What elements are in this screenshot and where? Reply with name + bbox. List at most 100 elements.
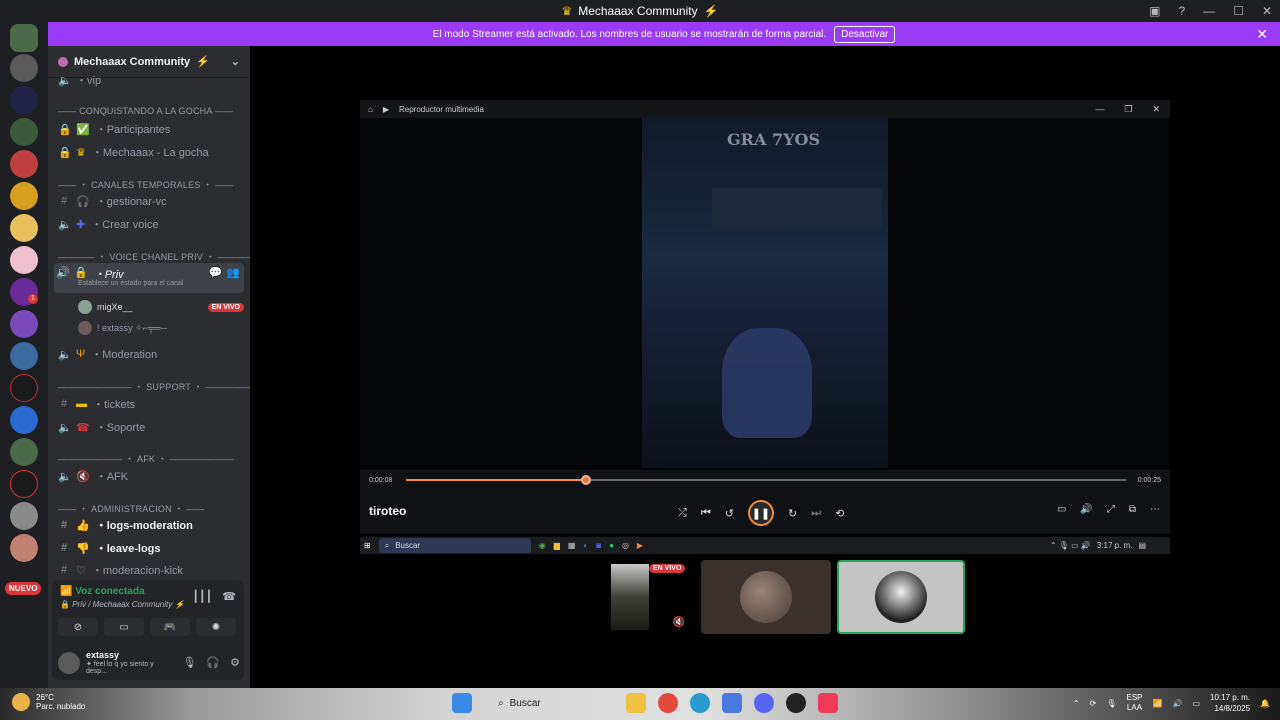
category-support[interactable]: ———————— ・ SUPPORT ・ ————————: [58, 380, 250, 393]
soundboard-button[interactable]: ✺: [196, 618, 236, 636]
store-icon[interactable]: [722, 693, 742, 713]
close-icon[interactable]: ✕: [1152, 104, 1160, 115]
next-icon[interactable]: ⏭: [811, 507, 821, 520]
fullscreen-icon[interactable]: ⤢: [1107, 504, 1115, 515]
channel-soporte[interactable]: 🔈 ☎ ・Soporte: [58, 417, 244, 437]
subtitles-icon[interactable]: ▭: [1057, 504, 1066, 515]
server-icon[interactable]: [10, 86, 38, 114]
server-icon[interactable]: [10, 374, 38, 402]
server-icon[interactable]: [10, 182, 38, 210]
server-icon[interactable]: [10, 54, 38, 82]
gear-icon[interactable]: ⚙: [230, 656, 240, 669]
close-banner-icon[interactable]: ✕: [1256, 26, 1268, 43]
channel-vip[interactable]: 🔈 ・vip: [58, 70, 244, 90]
previous-icon[interactable]: ⏮: [701, 507, 711, 520]
chevron-down-icon[interactable]: ⌄: [231, 55, 240, 68]
home-icon[interactable]: ⌂: [368, 105, 373, 114]
sync-icon[interactable]: ⟳: [1090, 699, 1097, 708]
more-icon[interactable]: ⋯: [1150, 504, 1160, 515]
channel-leave-logs[interactable]: # 👎 ・leave-logs: [58, 538, 244, 558]
server-icon[interactable]: [10, 214, 38, 242]
voice-location[interactable]: 🔒 Priv / Mechaaax Community ⚡: [60, 600, 184, 609]
close-window-icon[interactable]: ✕: [1262, 4, 1272, 18]
voice-status[interactable]: 📶 Voz conectada: [60, 586, 145, 597]
battery-icon[interactable]: ▭: [1192, 699, 1200, 708]
server-icon[interactable]: [10, 246, 38, 274]
chevron-up-icon[interactable]: ⌃: [1073, 699, 1080, 708]
server-icon[interactable]: [10, 502, 38, 530]
forward-icon[interactable]: ↻: [788, 507, 797, 520]
chrome-icon[interactable]: [658, 693, 678, 713]
file-explorer-icon[interactable]: [626, 693, 646, 713]
server-icon[interactable]: [10, 24, 38, 52]
server-icon[interactable]: [10, 342, 38, 370]
rewind-icon[interactable]: ↺: [725, 507, 734, 520]
miniplayer-icon[interactable]: ⧉: [1129, 504, 1136, 515]
server-icon[interactable]: [10, 470, 38, 498]
clock[interactable]: 10:17 p. m. 14/8/2025: [1210, 692, 1250, 714]
channel-tickets[interactable]: # ▬ ・tickets: [58, 394, 244, 414]
disable-streamer-button[interactable]: Desactivar: [834, 25, 896, 43]
media-player[interactable]: ⌂ ▶ Reproductor multimedia — ❐ ✕ GRA 7YO…: [360, 100, 1170, 554]
channel-moderation[interactable]: 🔈 Ψ ・Moderation: [58, 344, 244, 364]
category-temporales[interactable]: —— ・ CANALES TEMPORALES ・ ——: [58, 178, 233, 191]
channel-moderacion-kick[interactable]: # ♡ ・moderacion-kick: [58, 560, 244, 580]
help-icon[interactable]: ?: [1178, 4, 1185, 18]
maximize-icon[interactable]: ☐: [1233, 4, 1244, 18]
channel-participantes[interactable]: 🔒 ✅ ・Participantes: [58, 119, 244, 139]
channel-crear-voice[interactable]: 🔈 ✚ ・Crear voice: [58, 214, 244, 234]
category-conquistando[interactable]: —— CONQUISTANDO A LA GOCHA ——: [58, 106, 233, 116]
app-icon[interactable]: [786, 693, 806, 713]
minimize-icon[interactable]: —: [1203, 4, 1215, 18]
restore-icon[interactable]: ❐: [1124, 104, 1132, 115]
repeat-off-icon[interactable]: ⟲: [835, 507, 844, 520]
category-administracion[interactable]: —— ・ ADMINISTRACION ・ ——: [58, 502, 205, 515]
channel-priv[interactable]: 🔊 🔒 ・Priv 💬 👥 Establece un estado para el…: [54, 263, 244, 293]
volume-icon[interactable]: 🔊: [1080, 504, 1092, 515]
volume-icon[interactable]: 🔊: [1172, 699, 1182, 708]
screen-share-button[interactable]: ▭: [104, 618, 144, 636]
new-badge[interactable]: NUEVO: [5, 582, 42, 595]
server-icon[interactable]: [10, 406, 38, 434]
taskbar-search[interactable]: ⌕ Buscar: [484, 692, 614, 714]
camera-button[interactable]: ⊘: [58, 618, 98, 636]
edge-icon[interactable]: [690, 693, 710, 713]
shuffle-icon[interactable]: ⤮: [678, 507, 687, 520]
noise-suppression-icon[interactable]: ┃┃┃: [192, 590, 212, 603]
channel-status-hint[interactable]: Establece un estado para el canal: [78, 280, 183, 287]
language-indicator[interactable]: ESP LAA: [1126, 693, 1142, 713]
voice-user[interactable]: migXe__ EN VIVO: [78, 298, 244, 316]
participant-tile[interactable]: [701, 560, 831, 634]
mute-icon[interactable]: 🔇: [673, 617, 685, 628]
activities-button[interactable]: 🎮: [150, 618, 190, 636]
music-icon[interactable]: [818, 693, 838, 713]
participant-tile-speaking[interactable]: [837, 560, 965, 634]
discord-icon[interactable]: [754, 693, 774, 713]
channel-afk[interactable]: 🔈 🔇 ・AFK: [58, 466, 244, 486]
notifications-icon[interactable]: 🔔: [1260, 699, 1270, 708]
disconnect-icon[interactable]: ☎: [222, 590, 236, 603]
category-voice-priv[interactable]: ———— ・ VOICE CHANEL PRIV ・ ————: [58, 250, 250, 263]
seek-handle[interactable]: [581, 475, 591, 485]
headphones-icon[interactable]: 🎧: [206, 656, 220, 669]
server-icon[interactable]: [10, 150, 38, 178]
chat-icon[interactable]: 💬: [209, 266, 223, 279]
seek-bar[interactable]: [406, 475, 1126, 485]
channel-gestionar-vc[interactable]: # 🎧 ・gestionar-vc: [58, 191, 244, 211]
add-member-icon[interactable]: 👥: [226, 266, 240, 279]
channel-logs-moderation[interactable]: # 👍 ・logs-moderation: [58, 515, 244, 535]
wifi-icon[interactable]: 📶: [1153, 699, 1163, 708]
pause-button[interactable]: ❚❚: [747, 500, 774, 526]
weather-widget[interactable]: 26°C Parc. nublado: [12, 693, 85, 711]
category-afk[interactable]: ——————— ・ AFK ・ ———————: [58, 452, 234, 465]
minimize-icon[interactable]: —: [1095, 104, 1104, 115]
server-icon[interactable]: [10, 438, 38, 466]
server-icon[interactable]: [10, 534, 38, 562]
avatar[interactable]: [58, 651, 80, 674]
microphone-icon[interactable]: 🎙: [182, 656, 196, 669]
server-icon[interactable]: [10, 310, 38, 338]
inbox-icon[interactable]: ▣: [1149, 4, 1160, 18]
voice-user[interactable]: ! extassy ✧⌐╤═─: [78, 319, 244, 337]
windows-start-icon[interactable]: [452, 693, 472, 713]
microphone-icon[interactable]: 🎙: [1106, 699, 1116, 708]
